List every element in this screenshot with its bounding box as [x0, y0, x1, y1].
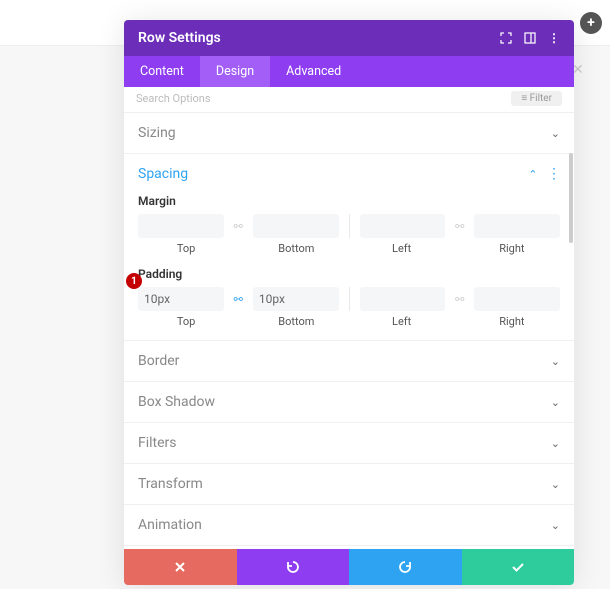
- link-icon[interactable]: ⚯: [230, 293, 247, 306]
- margin-top-input[interactable]: [138, 214, 224, 238]
- margin-right-input[interactable]: [474, 214, 560, 238]
- search-options-bar: Search Options ≡ Filter: [124, 87, 574, 113]
- link-icon[interactable]: ⚯: [230, 220, 247, 233]
- filter-button[interactable]: ≡ Filter: [511, 91, 562, 106]
- side-label-bottom: Bottom: [248, 315, 344, 328]
- section-sizing-title: Sizing: [138, 125, 176, 141]
- side-label-top: Top: [138, 315, 234, 328]
- link-icon[interactable]: ⚯: [451, 293, 468, 306]
- section-filters[interactable]: Filters ⌄: [124, 423, 574, 464]
- section-box-shadow[interactable]: Box Shadow ⌄: [124, 382, 574, 423]
- section-border-title: Border: [138, 353, 179, 369]
- padding-left-input[interactable]: [360, 287, 446, 311]
- save-button[interactable]: [462, 549, 575, 585]
- chevron-down-icon: ⌄: [551, 519, 560, 532]
- section-filters-title: Filters: [138, 435, 177, 451]
- tab-advanced[interactable]: Advanced: [270, 56, 357, 87]
- modal-title: Row Settings: [138, 30, 221, 46]
- margin-label: Margin: [138, 194, 560, 208]
- margin-group: Margin ⚯ ⚯ Top Bottom Left: [138, 194, 560, 255]
- section-animation[interactable]: Animation ⌄: [124, 505, 574, 546]
- modal-body: Search Options ≡ Filter Sizing ⌄ Spacing…: [124, 87, 574, 549]
- side-label-right: Right: [464, 315, 560, 328]
- chevron-down-icon: ⌄: [551, 127, 560, 140]
- chevron-down-icon: ⌄: [551, 437, 560, 450]
- side-label-top: Top: [138, 242, 234, 255]
- chevron-down-icon: ⌄: [551, 396, 560, 409]
- padding-label: Padding: [138, 267, 560, 281]
- margin-left-input[interactable]: [360, 214, 446, 238]
- snap-icon[interactable]: [524, 32, 536, 44]
- padding-right-input[interactable]: [474, 287, 560, 311]
- chevron-down-icon: ⌄: [551, 355, 560, 368]
- menu-icon[interactable]: ⋮: [548, 31, 560, 45]
- divider: [349, 287, 350, 311]
- section-spacing: Spacing ⌃ ⋮ Margin ⚯ ⚯ Top: [124, 154, 574, 341]
- divider: [349, 214, 350, 238]
- help-link[interactable]: ?Help: [124, 546, 574, 549]
- add-module-button[interactable]: +: [580, 12, 602, 34]
- section-animation-title: Animation: [138, 517, 202, 533]
- redo-button[interactable]: [349, 549, 462, 585]
- modal-header: Row Settings ⋮: [124, 20, 574, 56]
- tab-content[interactable]: Content: [124, 56, 200, 87]
- link-icon[interactable]: ⚯: [451, 220, 468, 233]
- modal-tabs: Content Design Advanced: [124, 56, 574, 87]
- section-menu-icon[interactable]: ⋮: [547, 166, 560, 182]
- row-settings-modal: Row Settings ⋮ Content Design Advanced S…: [124, 20, 574, 585]
- side-label-left: Left: [354, 242, 450, 255]
- scrollbar-thumb[interactable]: [569, 153, 573, 243]
- margin-bottom-input[interactable]: [253, 214, 339, 238]
- modal-close-outside[interactable]: ✕: [572, 62, 586, 76]
- cancel-button[interactable]: [124, 549, 237, 585]
- tab-design[interactable]: Design: [200, 56, 270, 87]
- section-spacing-title[interactable]: Spacing: [138, 166, 188, 182]
- side-label-right: Right: [464, 242, 560, 255]
- section-sizing[interactable]: Sizing ⌄: [124, 113, 574, 154]
- section-boxshadow-title: Box Shadow: [138, 394, 215, 410]
- side-label-bottom: Bottom: [248, 242, 344, 255]
- padding-group: Padding 10px ⚯ 10px ⚯ Top Bottom Left: [138, 267, 560, 328]
- modal-footer: [124, 549, 574, 585]
- section-border[interactable]: Border ⌄: [124, 341, 574, 382]
- section-transform[interactable]: Transform ⌄: [124, 464, 574, 505]
- padding-top-input[interactable]: 10px: [138, 287, 224, 311]
- undo-button[interactable]: [237, 549, 350, 585]
- chevron-down-icon: ⌄: [551, 478, 560, 491]
- side-label-left: Left: [354, 315, 450, 328]
- section-transform-title: Transform: [138, 476, 203, 492]
- search-options-label: Search Options: [136, 92, 211, 105]
- annotation-callout-1: 1: [126, 273, 142, 289]
- expand-icon[interactable]: [500, 32, 512, 44]
- chevron-up-icon[interactable]: ⌃: [528, 168, 537, 181]
- padding-bottom-input[interactable]: 10px: [253, 287, 339, 311]
